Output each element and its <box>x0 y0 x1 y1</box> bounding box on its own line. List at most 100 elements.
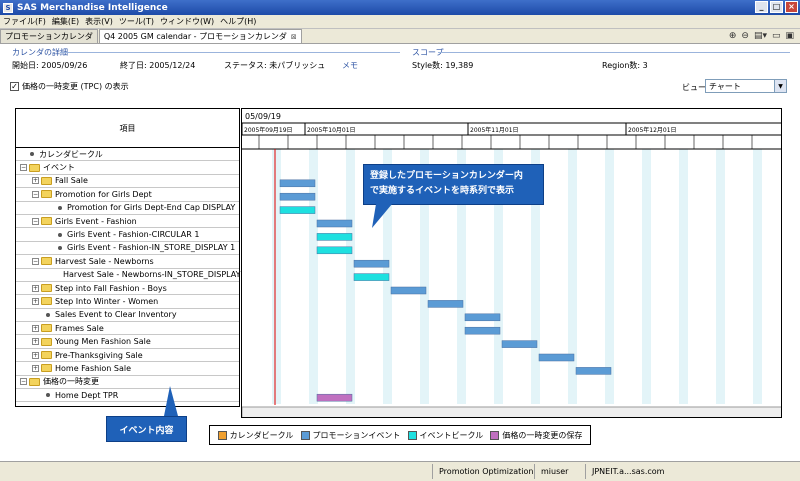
gantt-bar <box>316 219 353 228</box>
minimize-button[interactable]: _ <box>755 1 768 13</box>
horizontal-scrollbar <box>242 406 781 417</box>
menu-window[interactable]: ウィンドウ(W) <box>160 16 214 27</box>
zoom-out-icon[interactable]: ⊖ <box>741 31 749 41</box>
chevron-down-icon[interactable]: ▼ <box>774 80 786 92</box>
bullet-icon <box>58 205 62 210</box>
expand-icon[interactable]: + <box>32 364 39 372</box>
tab-q4-calendar[interactable]: Q4 2005 GM calendar - プロモーションカレンダ ⊠ <box>98 29 302 43</box>
details-divider <box>60 52 400 53</box>
menu-help[interactable]: ヘルプ(H) <box>220 16 256 27</box>
tree-row[interactable]: − Harvest Sale - Newborns <box>16 255 239 269</box>
tree-row[interactable]: Harvest Sale - Newborns-IN_STORE_DISPLAY… <box>16 269 248 282</box>
title-bar: S SAS Merchandise Intelligence _ □ × <box>0 0 800 15</box>
menu-tools[interactable]: ツール(T) <box>119 16 154 27</box>
tree-row[interactable]: + Step into Fall Fashion - Boys <box>16 282 239 296</box>
gantt-bar <box>353 259 390 268</box>
tree-row[interactable]: + Young Men Fashion Sale <box>16 335 239 349</box>
tree-row[interactable]: + Frames Sale <box>16 322 239 336</box>
tree-row[interactable]: Girls Event - Fashion-IN_STORE_DISPLAY 1 <box>16 242 239 256</box>
day-stripe <box>568 149 577 404</box>
layout-menu-icon[interactable]: ▤▾ <box>754 31 767 41</box>
collapse-icon[interactable]: − <box>20 378 27 386</box>
minimize-view-icon[interactable]: ▭ <box>772 31 781 41</box>
bullet-icon <box>46 312 50 317</box>
bullet-icon <box>58 245 62 250</box>
tree-row[interactable]: Girls Event - Fashion-CIRCULAR 1 <box>16 228 239 242</box>
tab-close-icon[interactable]: ⊠ <box>291 33 297 41</box>
tab-bar: プロモーションカレンダ Q4 2005 GM calendar - プロモーショ… <box>0 29 800 44</box>
tpc-checkbox[interactable]: ✓ <box>10 82 19 91</box>
legend-label: プロモーションイベント <box>312 430 401 440</box>
close-button[interactable]: × <box>785 1 798 13</box>
tree-row[interactable]: Sales Event to Clear Inventory <box>16 309 239 323</box>
tree-row[interactable]: Home Dept TPR <box>16 389 239 403</box>
gantt-bar <box>316 233 353 241</box>
tab-promotion-calendar[interactable]: プロモーションカレンダ <box>0 29 98 43</box>
gantt-bar <box>316 246 353 255</box>
maximize-view-icon[interactable]: ▣ <box>785 31 794 41</box>
tree-row[interactable]: + Step Into Winter - Women <box>16 295 239 309</box>
scope-divider <box>438 52 790 53</box>
tree-row-label: Home Fashion Sale <box>55 363 132 373</box>
menu-edit[interactable]: 編集(E) <box>52 16 79 27</box>
memo-link[interactable]: メモ <box>342 60 358 71</box>
tree-row-label: Girls Event - Fashion <box>55 216 137 226</box>
gantt-bar <box>279 192 316 201</box>
tree-row[interactable]: − イベント <box>16 161 239 175</box>
folder-icon <box>41 176 52 185</box>
expand-icon[interactable]: + <box>32 338 39 346</box>
folder-icon <box>29 377 40 386</box>
expand-icon[interactable]: + <box>32 297 39 305</box>
end-date: 終了日: 2005/12/24 <box>120 61 196 70</box>
maximize-button[interactable]: □ <box>770 1 783 13</box>
legend-item: イベントビークル <box>407 430 484 441</box>
day-stripe <box>679 149 688 404</box>
day-stripe <box>605 149 614 404</box>
menu-file[interactable]: ファイル(F) <box>3 16 46 27</box>
view-select[interactable]: チャート ▼ <box>705 79 787 93</box>
legend-swatch <box>217 430 227 440</box>
legend: カレンダビークル プロモーションイベント イベントビークル 価格の一時変更の保存 <box>209 425 591 445</box>
day-stripe <box>272 149 281 404</box>
tree-row-label: Girls Event - Fashion-CIRCULAR 1 <box>67 230 200 240</box>
expand-icon[interactable]: + <box>32 324 39 332</box>
gantt-callout-pointer <box>372 204 392 228</box>
folder-icon <box>41 257 52 266</box>
gantt-bar <box>538 353 575 362</box>
tree-row-label: Step Into Winter - Women <box>55 296 159 306</box>
legend-label: イベントビークル <box>419 430 484 440</box>
legend-label: 価格の一時変更の保存 <box>502 430 583 440</box>
tree-row-label: Pre-Thanksgiving Sale <box>55 350 143 360</box>
tree-row-label: 価格の一時変更 <box>43 377 99 387</box>
tree-row-label: Fall Sale <box>55 176 88 186</box>
tree-row[interactable]: + Home Fashion Sale <box>16 362 239 376</box>
tree-row[interactable]: − Promotion for Girls Dept <box>16 188 239 202</box>
tree-row[interactable]: + Fall Sale <box>16 175 239 189</box>
legend-item: プロモーションイベント <box>300 430 401 441</box>
tree-row-label: Young Men Fashion Sale <box>55 337 151 347</box>
folder-icon <box>41 337 52 346</box>
tree-row[interactable]: カレンダビークル <box>16 148 239 162</box>
expand-icon[interactable]: + <box>32 284 39 292</box>
tree-row[interactable]: + Pre-Thanksgiving Sale <box>16 349 239 363</box>
expand-icon[interactable]: + <box>32 177 39 185</box>
collapse-icon[interactable]: − <box>32 257 39 265</box>
status-module: Promotion Optimization <box>432 464 533 479</box>
zoom-in-icon[interactable]: ⊕ <box>729 31 737 41</box>
tree-row[interactable]: Promotion for Girls Dept-End Cap DISPLAY <box>16 202 239 215</box>
status-user: miuser <box>534 464 568 479</box>
collapse-icon[interactable]: − <box>20 164 27 172</box>
collapse-icon[interactable]: − <box>32 190 39 198</box>
folder-icon <box>41 297 52 306</box>
expand-icon[interactable]: + <box>32 351 39 359</box>
menu-view[interactable]: 表示(V) <box>85 16 113 27</box>
gantt-bar <box>427 300 464 308</box>
tree-row-label: Sales Event to Clear Inventory <box>55 310 177 320</box>
tree-row-label: Promotion for Girls Dept <box>55 189 152 199</box>
tree-row[interactable]: − Girls Event - Fashion <box>16 215 239 229</box>
tpc-checkbox-row[interactable]: ✓ 価格の一時変更 (TPC) の表示 <box>10 81 129 92</box>
month-label: 2005年10月01日 <box>307 126 356 134</box>
collapse-icon[interactable]: − <box>32 217 39 225</box>
tree-row[interactable]: − 価格の一時変更 <box>16 376 239 390</box>
legend-item: カレンダビークル <box>217 430 293 441</box>
